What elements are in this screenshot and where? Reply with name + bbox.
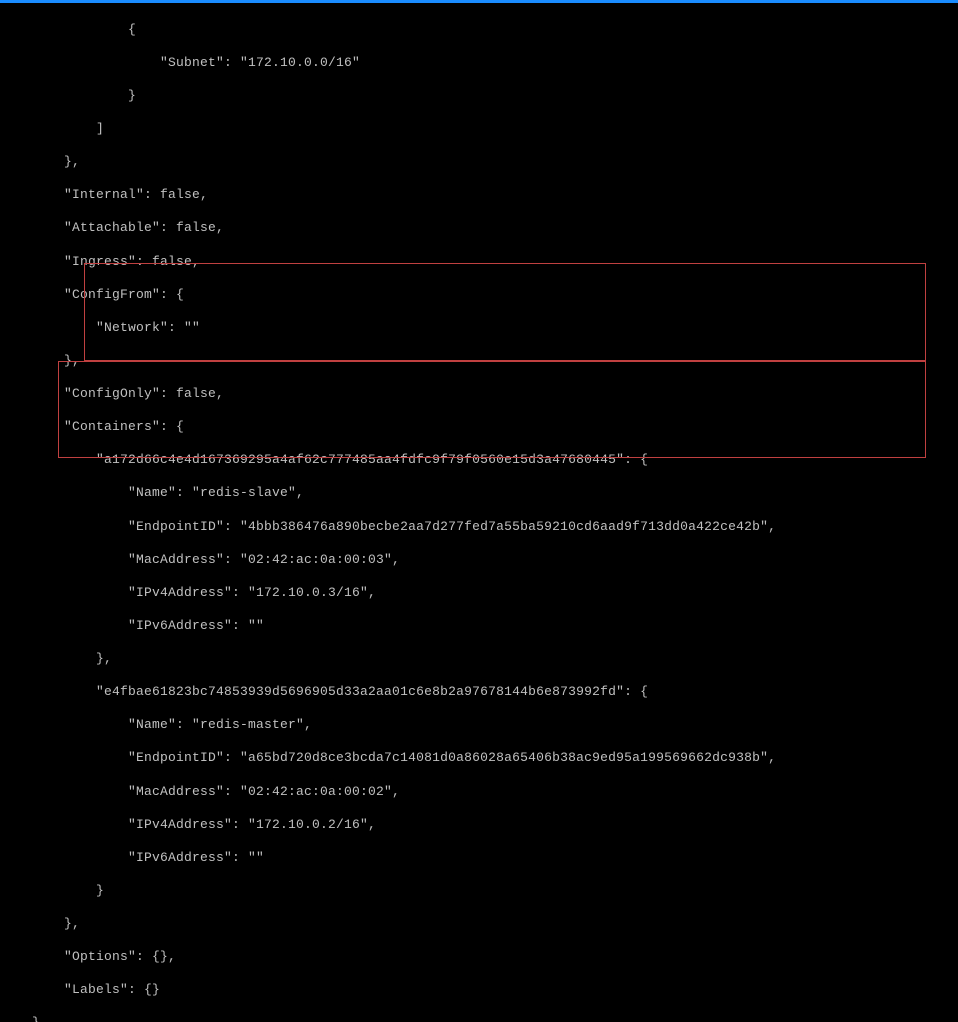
code-line: "Ingress": false, <box>0 254 958 271</box>
code-line: "a172d66c4e4d167369295a4af62c777485aa4fd… <box>0 452 958 469</box>
code-line: } <box>0 1015 958 1022</box>
terminal-output[interactable]: { "Subnet": "172.10.0.0/16" } ] }, "Inte… <box>0 3 958 1022</box>
code-line: "ConfigOnly": false, <box>0 386 958 403</box>
code-line: "Network": "" <box>0 320 958 337</box>
code-line: "Internal": false, <box>0 187 958 204</box>
code-line: { <box>0 22 958 39</box>
code-line: "ConfigFrom": { <box>0 287 958 304</box>
code-line: "Subnet": "172.10.0.0/16" <box>0 55 958 72</box>
highlight-box-slave <box>84 263 926 361</box>
code-line: "e4fbae61823bc74853939d5696905d33a2aa01c… <box>0 684 958 701</box>
code-line: "Name": "redis-slave", <box>0 485 958 502</box>
code-line: }, <box>0 916 958 933</box>
code-line: } <box>0 883 958 900</box>
code-line: "Labels": {} <box>0 982 958 999</box>
code-line: }, <box>0 651 958 668</box>
code-line: "MacAddress": "02:42:ac:0a:00:02", <box>0 784 958 801</box>
code-line: "IPv4Address": "172.10.0.3/16", <box>0 585 958 602</box>
code-line: }, <box>0 154 958 171</box>
code-line: }, <box>0 353 958 370</box>
code-line: "IPv4Address": "172.10.0.2/16", <box>0 817 958 834</box>
code-line: "Name": "redis-master", <box>0 717 958 734</box>
code-line: "IPv6Address": "" <box>0 618 958 635</box>
code-line: "MacAddress": "02:42:ac:0a:00:03", <box>0 552 958 569</box>
code-line: "EndpointID": "a65bd720d8ce3bcda7c14081d… <box>0 750 958 767</box>
code-line: "Options": {}, <box>0 949 958 966</box>
highlight-box-master <box>58 361 926 458</box>
code-line: } <box>0 88 958 105</box>
code-line: ] <box>0 121 958 138</box>
code-line: "IPv6Address": "" <box>0 850 958 867</box>
code-line: "EndpointID": "4bbb386476a890becbe2aa7d2… <box>0 519 958 536</box>
code-line: "Attachable": false, <box>0 220 958 237</box>
code-line: "Containers": { <box>0 419 958 436</box>
